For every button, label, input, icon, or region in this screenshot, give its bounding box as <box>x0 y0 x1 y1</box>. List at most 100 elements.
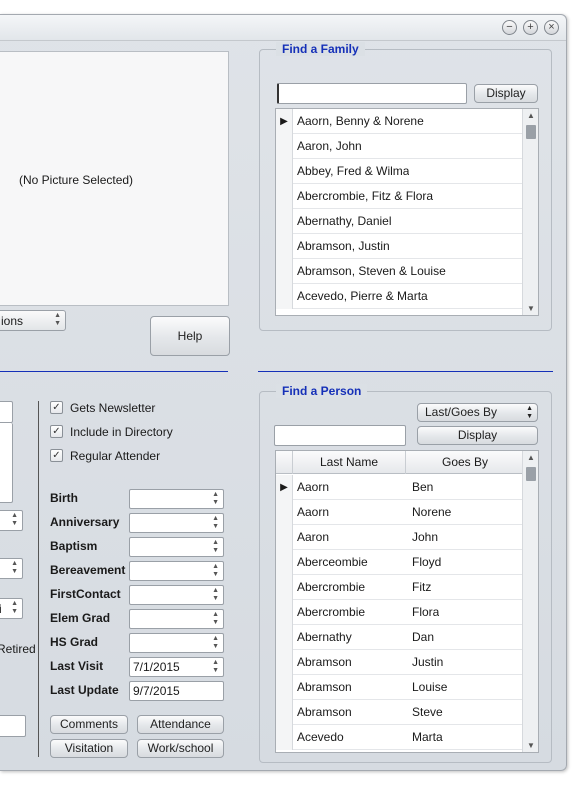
person-grid[interactable]: Last Name Goes By ▶ Aaorn Ben Aaorn Norene Aa… <box>275 450 539 753</box>
row-header[interactable] <box>276 550 293 575</box>
minimize-icon[interactable]: − <box>502 20 517 35</box>
chevron-up-icon[interactable]: ▲ <box>212 587 219 595</box>
row-header[interactable] <box>276 209 293 234</box>
close-icon[interactable]: × <box>544 20 559 35</box>
scroll-up-icon[interactable]: ▲ <box>523 453 538 462</box>
chevron-down-icon[interactable]: ▼ <box>212 571 219 579</box>
attendance-button[interactable]: Attendance <box>137 715 224 734</box>
scroll-down-icon[interactable]: ▼ <box>523 741 538 750</box>
chevron-up-icon[interactable]: ▲ <box>212 563 219 571</box>
row-header[interactable] <box>276 575 293 600</box>
person-row[interactable]: Abercrombie Fitz <box>276 575 523 600</box>
row-header[interactable] <box>276 700 293 725</box>
checkbox-gets-newsletter[interactable]: ✓ Gets Newsletter <box>50 400 200 416</box>
family-row[interactable]: Abramson, Steven & Louise <box>276 259 523 284</box>
row-header[interactable] <box>276 284 293 309</box>
person-row[interactable]: Abramson Louise <box>276 675 523 700</box>
family-scrollbar[interactable]: ▲ ▼ <box>522 109 538 315</box>
current-row-icon[interactable]: ▶ <box>276 109 293 134</box>
checkbox-regular-attender[interactable]: ✓ Regular Attender <box>50 448 200 464</box>
scroll-thumb[interactable] <box>526 125 536 139</box>
family-row[interactable]: Abernathy, Daniel <box>276 209 523 234</box>
date-field[interactable]: ▲ ▼ <box>129 489 224 509</box>
comments-button[interactable]: Comments <box>50 715 128 734</box>
chevron-down-icon[interactable]: ▼ <box>212 667 219 675</box>
family-row[interactable]: Aaron, John <box>276 134 523 159</box>
find-family-legend: Find a Family <box>276 42 365 56</box>
person-row[interactable]: Aaron John <box>276 525 523 550</box>
person-row[interactable]: Abernathy Dan <box>276 625 523 650</box>
date-field[interactable]: ▲ ▼ <box>129 537 224 557</box>
chevron-down-icon[interactable]: ▼ <box>212 643 219 651</box>
person-sort-select[interactable]: Last/Goes By ▲ ▼ <box>417 403 538 422</box>
partial-field-1[interactable] <box>0 401 13 423</box>
family-list[interactable]: ▶ Aaorn, Benny & Norene Aaron, John Abbey, … <box>275 108 539 316</box>
row-header[interactable] <box>276 600 293 625</box>
family-display-button[interactable]: Display <box>474 84 538 103</box>
partial-spinner-2[interactable]: ▲ ▼ <box>0 558 23 579</box>
row-header[interactable] <box>276 725 293 750</box>
person-row[interactable]: Abercrombie Flora <box>276 600 523 625</box>
column-header-goes-by[interactable]: Goes By <box>406 451 524 474</box>
column-header-last-name[interactable]: Last Name <box>293 451 406 474</box>
scroll-up-icon[interactable]: ▲ <box>523 111 538 120</box>
row-header[interactable] <box>276 259 293 284</box>
date-field[interactable]: 7/1/2015 ▲ ▼ <box>129 657 224 677</box>
family-row[interactable]: Abbey, Fred & Wilma <box>276 159 523 184</box>
visitation-button[interactable]: Visitation <box>50 739 128 758</box>
scroll-down-icon[interactable]: ▼ <box>523 304 538 313</box>
person-row[interactable]: Acevedo Marta <box>276 725 523 750</box>
chevron-down-icon[interactable]: ▼ <box>212 499 219 507</box>
person-scrollbar[interactable]: ▲ ▼ <box>522 451 538 752</box>
partial-field-2[interactable] <box>0 423 13 503</box>
row-header[interactable] <box>276 625 293 650</box>
date-field[interactable]: ▲ ▼ <box>129 513 224 533</box>
family-row[interactable]: ▶ Aaorn, Benny & Norene <box>276 109 523 134</box>
date-field[interactable]: ▲ ▼ <box>129 609 224 629</box>
person-search-input[interactable] <box>274 425 406 446</box>
row-header[interactable] <box>276 234 293 259</box>
maximize-icon[interactable]: + <box>523 20 538 35</box>
person-row[interactable]: ▶ Aaorn Ben <box>276 475 523 500</box>
chevron-up-icon[interactable]: ▲ <box>212 539 219 547</box>
person-display-button[interactable]: Display <box>417 426 538 445</box>
person-row[interactable]: Abramson Steve <box>276 700 523 725</box>
row-header[interactable] <box>276 134 293 159</box>
chevron-up-icon[interactable]: ▲ <box>212 659 219 667</box>
checkbox-include-in-directory[interactable]: ✓ Include in Directory <box>50 424 200 440</box>
family-row[interactable]: Acevedo, Pierre & Marta <box>276 284 523 309</box>
row-header[interactable] <box>276 675 293 700</box>
row-header[interactable] <box>276 500 293 525</box>
chevron-down-icon[interactable]: ▼ <box>212 547 219 555</box>
row-header[interactable] <box>276 184 293 209</box>
family-search-input[interactable] <box>277 83 467 104</box>
current-row-icon[interactable]: ▶ <box>276 475 293 500</box>
row-header[interactable] <box>276 650 293 675</box>
help-button[interactable]: Help <box>150 316 230 356</box>
chevron-down-icon[interactable]: ▼ <box>212 523 219 531</box>
picture-box[interactable]: (No Picture Selected) <box>0 51 229 306</box>
row-header[interactable] <box>276 525 293 550</box>
partial-spinner-3[interactable]: i ▲ ▼ <box>0 598 23 619</box>
chevron-up-icon[interactable]: ▲ <box>212 611 219 619</box>
family-row[interactable]: Abramson, Justin <box>276 234 523 259</box>
chevron-up-icon[interactable]: ▲ <box>212 635 219 643</box>
chevron-up-icon[interactable]: ▲ <box>212 491 219 499</box>
date-field[interactable]: ▲ ▼ <box>129 633 224 653</box>
chevron-down-icon[interactable]: ▼ <box>212 595 219 603</box>
date-field[interactable]: ▲ ▼ <box>129 585 224 605</box>
partial-spinner-1[interactable]: ▲ ▼ <box>0 510 23 531</box>
family-row[interactable]: Abercrombie, Fitz & Flora <box>276 184 523 209</box>
work-school-button[interactable]: Work/school <box>137 739 224 758</box>
scroll-thumb[interactable] <box>526 467 536 481</box>
chevron-down-icon[interactable]: ▼ <box>212 619 219 627</box>
person-row[interactable]: Aberceombie Floyd <box>276 550 523 575</box>
date-field[interactable]: ▲ ▼ <box>129 561 224 581</box>
date-field[interactable]: 9/7/2015 <box>129 681 224 701</box>
partial-field-3[interactable] <box>0 715 26 737</box>
person-row[interactable]: Abramson Justin <box>276 650 523 675</box>
chevron-up-icon[interactable]: ▲ <box>212 515 219 523</box>
row-header[interactable] <box>276 159 293 184</box>
options-select[interactable]: ions ▲ ▼ <box>0 310 66 331</box>
person-row[interactable]: Aaorn Norene <box>276 500 523 525</box>
